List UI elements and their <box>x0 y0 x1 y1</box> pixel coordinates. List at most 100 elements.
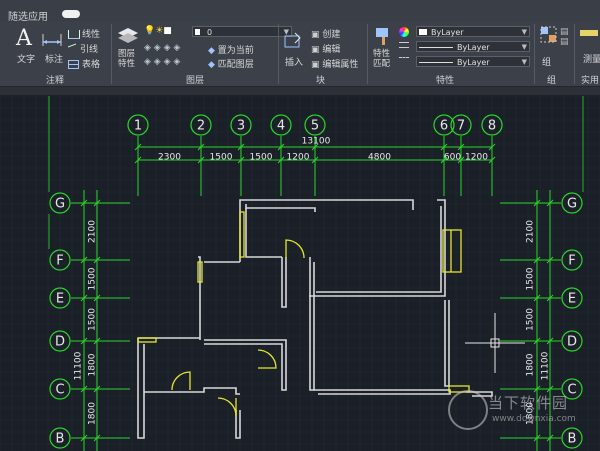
layer-color-icon[interactable]: ■ <box>163 26 172 36</box>
panel-separator <box>534 24 535 84</box>
axis-label-left-C: C <box>55 383 64 398</box>
wall[interactable] <box>309 199 446 297</box>
dimension-icon[interactable] <box>41 28 63 48</box>
layer-tools-row-1[interactable]: ◈ ◈ ◈ ◈ <box>144 43 180 53</box>
axis-label-1: 1 <box>134 119 142 134</box>
color-swatch <box>419 29 427 35</box>
wall[interactable] <box>281 257 287 308</box>
color-wheel-icon[interactable] <box>399 27 409 37</box>
dim-top-1: 1500 <box>210 153 233 163</box>
insert-block-icon[interactable] <box>283 32 303 50</box>
linear-dim-icon <box>68 30 80 39</box>
watermark-url: www.downxia.com <box>492 414 576 424</box>
axis-label-right-F: F <box>568 254 575 269</box>
match-layer-button[interactable]: ◆ 匹配图层 <box>208 57 254 70</box>
text-button[interactable]: 文字 <box>17 52 35 65</box>
color-dropdown[interactable]: ByLayer ▼ <box>416 26 530 37</box>
layer-properties-button[interactable]: 图层 特性 <box>118 49 135 69</box>
layer-state-icons[interactable]: 💡☀■ <box>144 26 172 36</box>
window[interactable] <box>239 211 245 258</box>
insert-button[interactable]: 插入 <box>285 55 303 68</box>
light-bulb-icon[interactable]: 💡 <box>144 26 155 36</box>
watermark-logo-icon <box>448 390 488 430</box>
axis-label-7: 7 <box>457 119 465 134</box>
linetype-icon[interactable] <box>399 57 409 62</box>
lineweight-icon[interactable] <box>399 42 409 48</box>
workspace-label[interactable]: 随选应用 <box>8 8 48 23</box>
file-tab-strip[interactable] <box>0 87 600 96</box>
group-tools[interactable]: ▤ ▤ <box>560 27 569 47</box>
edit-attributes-icon: ▣ <box>311 60 320 70</box>
leader-button[interactable]: 引线 <box>68 42 98 56</box>
panel-separator <box>278 24 279 84</box>
drawing-canvas[interactable]: 12345678GGFFEEDDCCBB 13100 2300 1500 1500 12… <box>0 95 600 451</box>
layer-properties-icon[interactable] <box>117 26 139 46</box>
measure-button[interactable]: 测量 <box>583 52 600 65</box>
set-current-button[interactable]: ◆ 置为当前 <box>208 43 254 56</box>
wall[interactable] <box>316 206 442 293</box>
layer-tool-icon[interactable]: ◈ <box>173 43 180 53</box>
layer-tool-icon[interactable]: ◈ <box>144 43 151 53</box>
set-current-icon: ◆ <box>208 46 215 56</box>
wall[interactable] <box>444 300 450 387</box>
door-swing[interactable] <box>257 349 277 369</box>
group-tool-icon[interactable]: ▤ <box>560 37 569 47</box>
layers-panel-title[interactable]: 图层 <box>186 73 204 86</box>
panel-separator <box>367 24 368 84</box>
group-button[interactable]: 组 <box>542 55 551 68</box>
door-swing[interactable] <box>171 371 191 391</box>
table-button[interactable]: 表格 <box>68 57 100 70</box>
watermark: 当下软件园 www.downxia.com <box>448 388 598 438</box>
layer-tools-row-2[interactable]: ◈ ◈ ◈ ◈ <box>144 57 180 67</box>
layer-tool-icon[interactable]: ◈ <box>144 57 151 67</box>
match-layer-icon: ◆ <box>208 60 215 70</box>
measure-icon[interactable] <box>580 30 598 36</box>
group-tool-icon[interactable]: ▤ <box>560 27 569 37</box>
axis-label-2: 2 <box>197 119 205 134</box>
layer-tool-icon[interactable]: ◈ <box>164 43 171 53</box>
dimension-button[interactable]: 标注 <box>45 52 63 65</box>
create-block-button[interactable]: ▣ 创建 <box>311 27 340 40</box>
wall[interactable] <box>314 389 451 395</box>
layer-tool-icon[interactable]: ◈ <box>173 57 180 67</box>
dim-top-3: 1200 <box>287 153 310 163</box>
dim-top-0: 2300 <box>158 153 181 163</box>
dim-left-total: 11100 <box>74 351 84 380</box>
layer-tool-icon[interactable]: ◈ <box>164 57 171 67</box>
text-icon[interactable]: A <box>16 26 32 51</box>
dim-left-1: 1500 <box>88 267 98 290</box>
layer-tool-icon[interactable]: ◈ <box>154 57 161 67</box>
utilities-panel-title[interactable]: 实用 <box>581 73 599 86</box>
axis-label-3: 3 <box>237 119 245 134</box>
axis-label-left-B: B <box>56 432 65 447</box>
chevron-down-icon: ▼ <box>521 43 527 51</box>
wall[interactable] <box>137 338 145 439</box>
door-swing[interactable] <box>285 239 305 259</box>
group-icon[interactable] <box>540 26 558 48</box>
layer-tool-icon[interactable]: ◈ <box>154 43 161 53</box>
wall[interactable] <box>245 204 316 212</box>
groups-panel-title[interactable]: 组 <box>547 73 556 86</box>
match-properties-icon[interactable] <box>374 26 394 46</box>
door-swing[interactable] <box>217 397 237 417</box>
edit-attributes-button[interactable]: ▣ 编辑属性 <box>311 57 358 70</box>
block-panel-title[interactable]: 块 <box>316 73 325 86</box>
linetype-dropdown[interactable]: ByLayer ▼ <box>416 56 530 67</box>
workspace-toggle[interactable] <box>62 10 80 18</box>
dim-left-0: 2100 <box>88 220 98 243</box>
annotate-panel-title[interactable]: 注释 <box>46 73 64 86</box>
layer-dropdown[interactable]: 0 ▼ <box>192 26 292 37</box>
axis-label-right-E: E <box>568 292 576 307</box>
linear-dim-button[interactable]: 线性 <box>68 27 100 40</box>
lineweight-dropdown[interactable]: ByLayer ▼ <box>416 41 530 52</box>
axis-label-8: 8 <box>488 119 496 134</box>
chevron-down-icon: ▼ <box>521 58 527 66</box>
dim-right-0: 2100 <box>526 220 536 243</box>
match-properties-button[interactable]: 特性 匹配 <box>373 49 390 69</box>
dim-right-1: 1500 <box>526 267 536 290</box>
dim-left-2: 1500 <box>88 308 98 331</box>
window[interactable] <box>137 337 157 343</box>
edit-block-button[interactable]: ▣ 编辑 <box>311 42 340 55</box>
properties-panel-title[interactable]: 特性 <box>436 73 454 86</box>
panel-separator <box>111 24 112 84</box>
